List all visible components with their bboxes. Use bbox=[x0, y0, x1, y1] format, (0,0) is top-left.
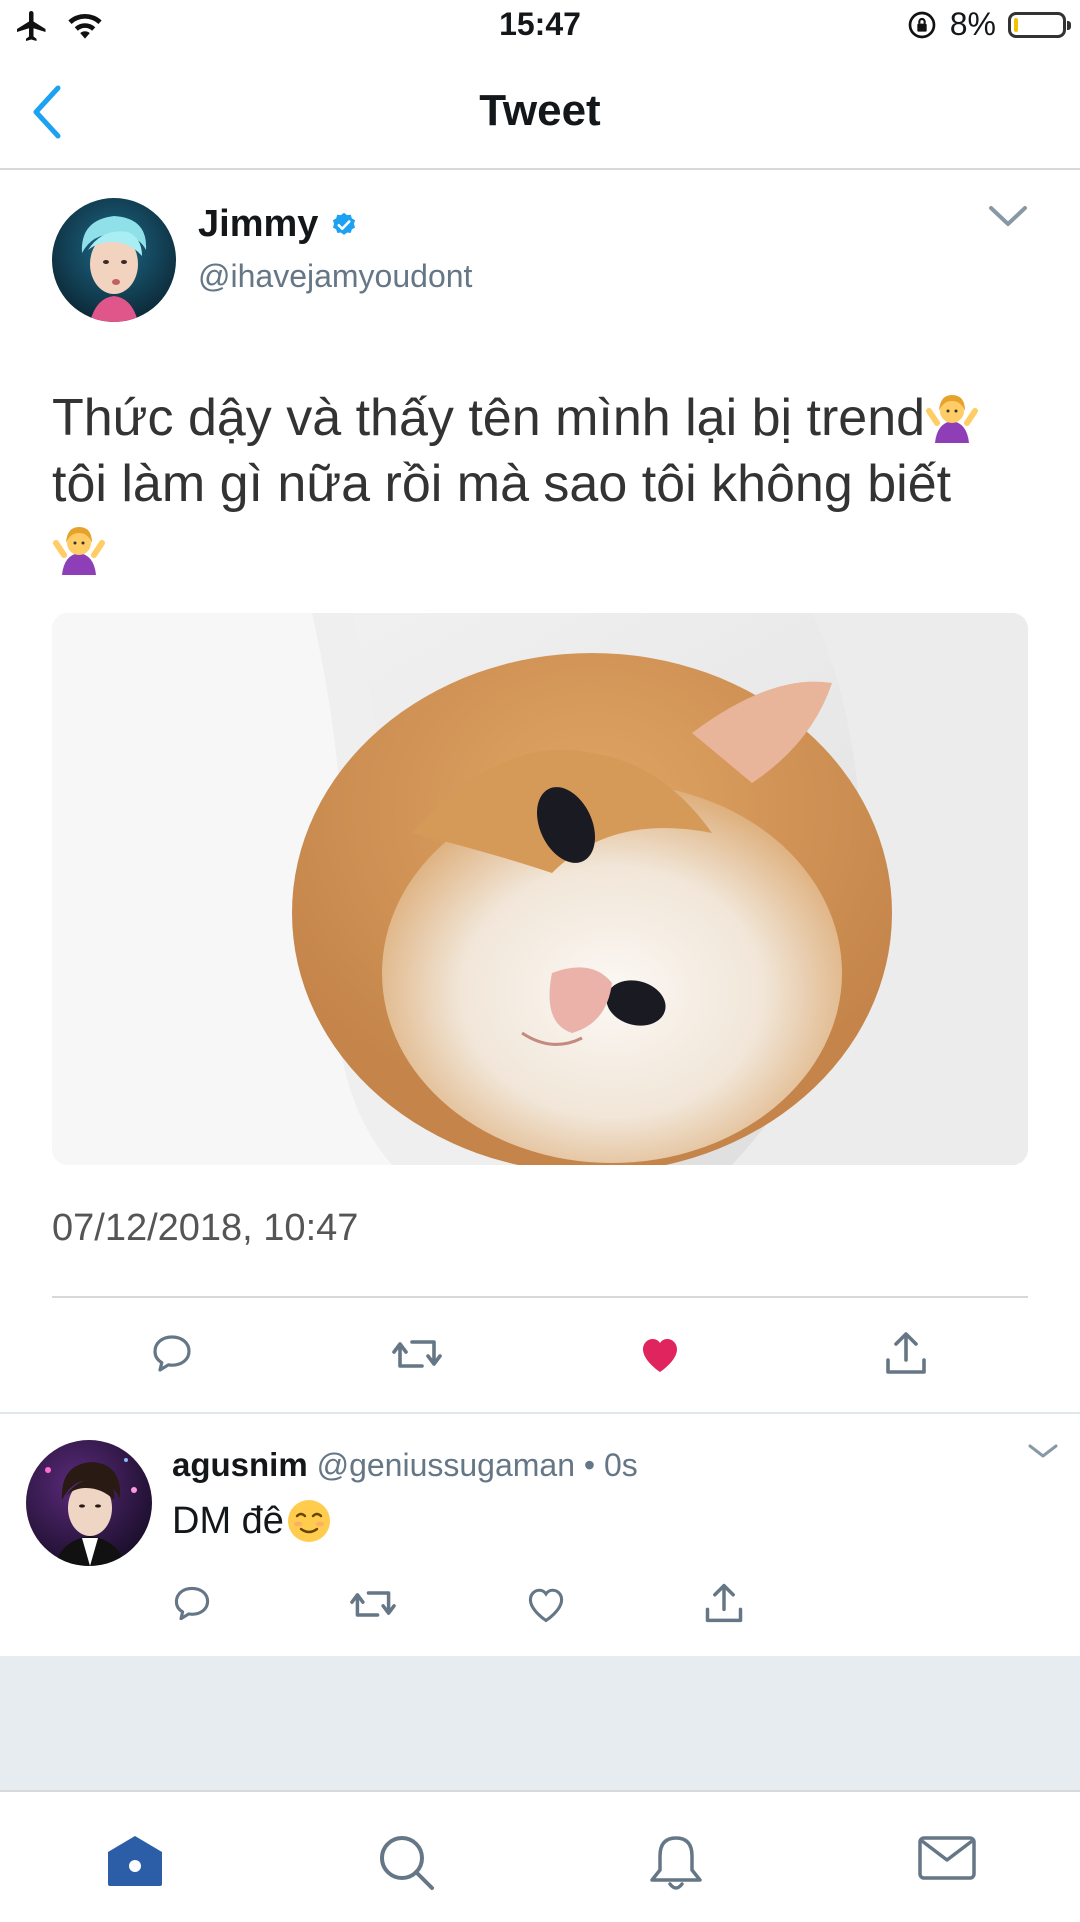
tab-bar bbox=[0, 1790, 1080, 1922]
reply-handle[interactable]: @geniussugaman bbox=[317, 1447, 575, 1483]
status-right: 8% bbox=[906, 6, 1071, 43]
reply-time: 0s bbox=[604, 1447, 638, 1483]
verified-badge-icon bbox=[333, 212, 356, 235]
tweet-timestamp: 07/12/2018, 10:47 bbox=[52, 1207, 359, 1249]
like-icon[interactable] bbox=[524, 1582, 568, 1626]
author-name[interactable]: Jimmy bbox=[198, 203, 318, 246]
retweet-icon[interactable] bbox=[348, 1582, 398, 1626]
search-icon bbox=[380, 1836, 434, 1890]
reply-avatar[interactable] bbox=[26, 1440, 152, 1566]
envelope-icon bbox=[918, 1836, 976, 1880]
tweet-text-line bbox=[52, 517, 1032, 583]
reply-author-name[interactable]: agusnim bbox=[172, 1446, 308, 1483]
tweet-text-line: tôi làm gì nữa rồi mà sao tôi không biết bbox=[52, 451, 1032, 517]
divider bbox=[52, 1296, 1028, 1298]
relieved-face-emoji bbox=[287, 1500, 330, 1542]
empty-area bbox=[0, 1656, 1080, 1790]
reply-icon[interactable] bbox=[170, 1582, 214, 1626]
tab-notifications[interactable] bbox=[646, 1832, 706, 1892]
divider bbox=[0, 1412, 1080, 1414]
author-avatar[interactable] bbox=[52, 198, 176, 322]
reply-header: agusnim @geniussugaman • 0s bbox=[172, 1446, 638, 1484]
avatar-image bbox=[26, 1440, 152, 1566]
tweet-options-button[interactable] bbox=[985, 200, 1031, 232]
orientation-lock-icon bbox=[908, 11, 936, 38]
author-handle[interactable]: @ihavejamyoudont bbox=[198, 258, 472, 295]
like-icon[interactable] bbox=[636, 1330, 684, 1378]
battery-percent: 8% bbox=[949, 6, 996, 42]
bell-icon bbox=[650, 1836, 702, 1890]
tweet-text: Thức dậy và thấy tên mình lại bị trend t… bbox=[52, 385, 1032, 583]
share-icon[interactable] bbox=[882, 1328, 930, 1378]
tab-messages[interactable] bbox=[916, 1832, 976, 1892]
tab-home[interactable] bbox=[104, 1832, 164, 1892]
battery-icon bbox=[1008, 11, 1071, 38]
avatar-image bbox=[52, 198, 176, 322]
reply-icon[interactable] bbox=[148, 1330, 196, 1378]
reply-options-button[interactable] bbox=[1026, 1440, 1060, 1462]
chevron-down-icon bbox=[1028, 1444, 1058, 1458]
tweet-text-part: tôi làm gì nữa rồi mà sao tôi không biết bbox=[52, 455, 952, 513]
tab-search[interactable] bbox=[376, 1832, 436, 1892]
battery-level bbox=[1014, 17, 1018, 32]
home-icon bbox=[108, 1836, 162, 1886]
person-shrugging-emoji bbox=[53, 527, 105, 575]
nav-bar: Tweet bbox=[0, 56, 1080, 170]
author-name-row: Jimmy bbox=[198, 203, 358, 246]
tweet-text-line: Thức dậy và thấy tên mình lại bị trend bbox=[52, 385, 1032, 451]
tweet-text-part: Thức dậy và thấy tên mình lại bị trend bbox=[52, 389, 926, 447]
retweet-icon[interactable] bbox=[390, 1330, 444, 1378]
kitten-photo bbox=[52, 613, 1028, 1165]
chevron-down-icon bbox=[989, 206, 1027, 226]
page-title: Tweet bbox=[479, 86, 601, 135]
reply-text: DM đê bbox=[172, 1498, 332, 1544]
share-icon[interactable] bbox=[702, 1580, 746, 1626]
reply-text-content: DM đê bbox=[172, 1499, 284, 1542]
status-bar: 15:47 8% bbox=[0, 0, 1080, 56]
reply-separator: • bbox=[583, 1447, 596, 1483]
tweet-media-image[interactable] bbox=[52, 613, 1028, 1165]
person-shrugging-emoji bbox=[926, 395, 979, 443]
